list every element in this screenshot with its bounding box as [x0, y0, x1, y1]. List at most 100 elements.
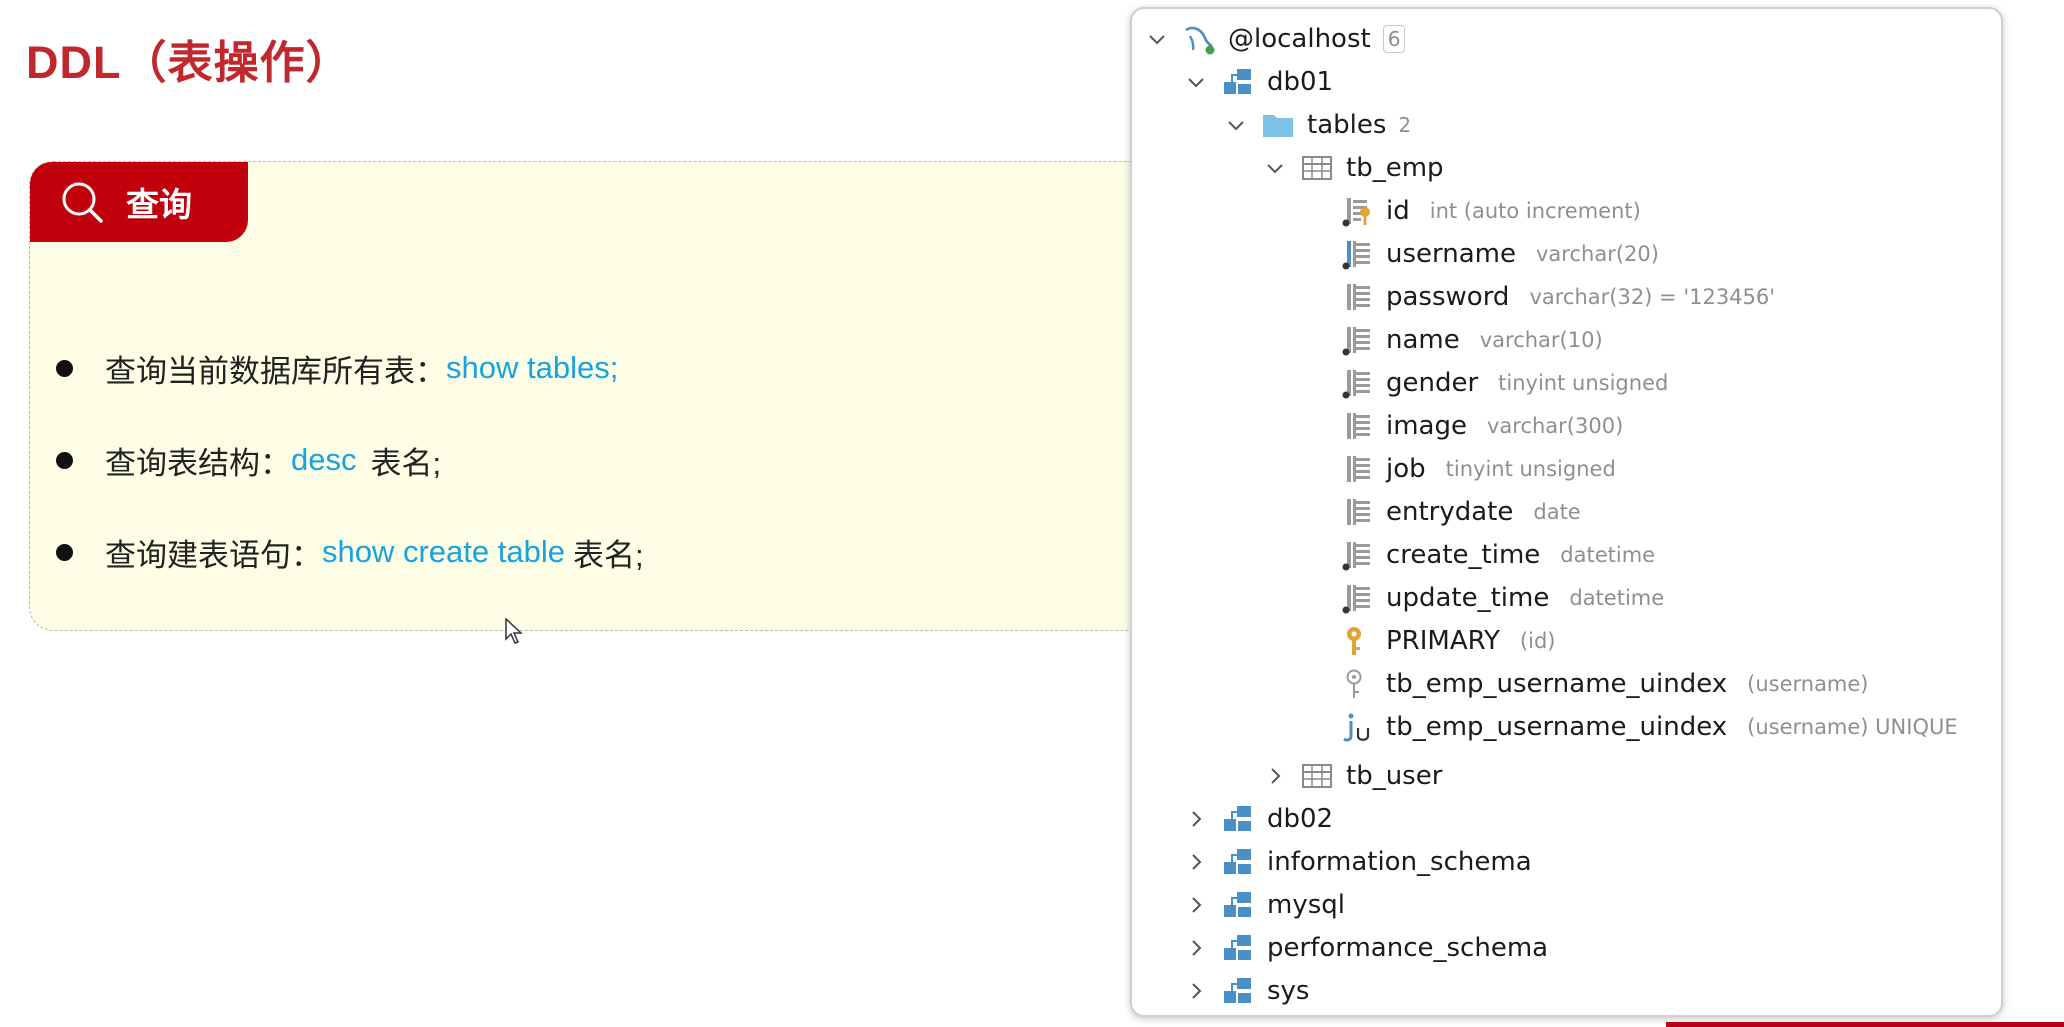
- column-row[interactable]: username varchar(20): [1340, 232, 1659, 275]
- column-row[interactable]: id int (auto increment): [1340, 189, 1641, 232]
- item-suffix: 表名;: [370, 445, 442, 481]
- column-icon: [1347, 498, 1370, 525]
- chevron-down-icon[interactable]: [1146, 28, 1168, 50]
- primary-key-column-icon: [1342, 197, 1370, 226]
- key-row[interactable]: PRIMARY (id): [1340, 619, 1555, 662]
- primary-key-icon: [1347, 626, 1361, 655]
- key-name: tb_emp_username_uindex: [1386, 711, 1728, 742]
- key-row[interactable]: tb_emp_username_uindex (username): [1340, 662, 1869, 705]
- tree-node-tb-emp[interactable]: tb_emp: [1264, 146, 1444, 189]
- bullet-dot-icon: [56, 359, 73, 377]
- chevron-right-icon[interactable]: [1185, 894, 1207, 916]
- query-list: 查询当前数据库所有表： show tables; 查询表结构： desc 表名;…: [56, 322, 644, 598]
- column-row[interactable]: update_time datetime: [1340, 576, 1664, 619]
- column-icon: [1342, 369, 1370, 398]
- folder-icon: [1263, 114, 1293, 137]
- database-icon: [1224, 805, 1251, 831]
- schema-label: db02: [1267, 803, 1334, 834]
- unique-index-icon: [1343, 713, 1370, 741]
- item-command: show create table: [322, 534, 565, 569]
- column-row[interactable]: password varchar(32) = '123456': [1340, 275, 1775, 318]
- database-icon: [1224, 68, 1251, 94]
- schema-label: performance_schema: [1267, 932, 1549, 963]
- column-type: varchar(10): [1479, 327, 1603, 352]
- mysql-datasource-icon: [1185, 26, 1215, 54]
- column-type: datetime: [1560, 542, 1656, 567]
- host-label: @localhost: [1228, 23, 1371, 54]
- column-name: username: [1386, 238, 1516, 269]
- db01-label: db01: [1267, 66, 1334, 97]
- chevron-right-icon[interactable]: [1185, 937, 1207, 959]
- chevron-down-icon[interactable]: [1185, 71, 1207, 93]
- column-row[interactable]: gender tinyint unsigned: [1340, 361, 1668, 404]
- item-text: 查询当前数据库所有表：: [105, 353, 446, 389]
- key-detail: (username) UNIQUE: [1747, 714, 1958, 739]
- schema-label: mysql: [1267, 889, 1345, 920]
- item-text: 查询建表语句：: [105, 537, 322, 573]
- column-type: varchar(20): [1536, 241, 1659, 266]
- chevron-right-icon[interactable]: [1185, 980, 1207, 1002]
- tree-node-information-schema[interactable]: information_schema: [1185, 840, 1532, 883]
- search-icon: [62, 182, 103, 223]
- tree-node-performance-schema[interactable]: performance_schema: [1185, 926, 1548, 969]
- tree-node-mysql[interactable]: mysql: [1185, 883, 1345, 926]
- mouse-cursor-icon: [505, 618, 523, 644]
- column-icon: [1342, 584, 1370, 613]
- column-row[interactable]: job tinyint unsigned: [1340, 447, 1616, 490]
- key-detail: (username): [1747, 671, 1869, 696]
- column-type: tinyint unsigned: [1445, 456, 1616, 481]
- bullet-dot-icon: [56, 451, 73, 469]
- chevron-right-icon[interactable]: [1264, 765, 1286, 787]
- column-icon: [1347, 283, 1370, 310]
- tables-count: 2: [1398, 112, 1412, 137]
- query-tab: 查询: [30, 162, 248, 242]
- column-icon: [1342, 326, 1370, 355]
- list-item: 查询表结构： desc 表名;: [56, 414, 644, 506]
- chevron-right-icon[interactable]: [1185, 851, 1207, 873]
- column-type: datetime: [1569, 585, 1665, 610]
- item-command: show tables;: [446, 350, 619, 385]
- tree-node-localhost[interactable]: @localhost 6: [1146, 17, 1406, 60]
- tree-node-sys[interactable]: sys: [1185, 969, 1309, 1012]
- column-type: date: [1533, 499, 1581, 524]
- column-name: gender: [1386, 367, 1479, 398]
- slide-footer-bar: [1666, 1022, 2064, 1027]
- table-icon: [1302, 763, 1332, 788]
- tb-user-label: tb_user: [1346, 760, 1443, 791]
- tree-node-db02[interactable]: db02: [1185, 797, 1333, 840]
- query-card: 查询 查询当前数据库所有表： show tables; 查询表结构： desc …: [29, 161, 1229, 631]
- item-text: 查询表结构：: [105, 445, 291, 481]
- column-icon: [1342, 541, 1370, 570]
- key-icon: [1346, 669, 1362, 698]
- column-row[interactable]: name varchar(10): [1340, 318, 1603, 361]
- database-icon: [1224, 891, 1251, 917]
- column-name: name: [1386, 324, 1460, 355]
- column-name: job: [1386, 453, 1426, 484]
- column-row[interactable]: image varchar(300): [1340, 404, 1623, 447]
- slide-title: DDL（表操作）: [26, 37, 352, 88]
- column-type: tinyint unsigned: [1498, 370, 1669, 395]
- database-icon: [1224, 934, 1251, 960]
- column-type: varchar(300): [1486, 413, 1624, 438]
- table-icon: [1302, 155, 1332, 180]
- list-item: 查询当前数据库所有表： show tables;: [56, 322, 644, 414]
- column-type: varchar(32) = '123456': [1529, 284, 1776, 309]
- tree-node-db01[interactable]: db01: [1185, 60, 1333, 103]
- column-row[interactable]: entrydate date: [1340, 490, 1581, 533]
- tables-label: tables: [1307, 109, 1387, 140]
- key-row[interactable]: tb_emp_username_uindex (username) UNIQUE: [1340, 705, 1958, 748]
- column-icon: [1347, 412, 1370, 439]
- column-name: create_time: [1386, 539, 1541, 570]
- tree-node-tb-user[interactable]: tb_user: [1264, 754, 1442, 797]
- column-icon: [1347, 455, 1370, 482]
- key-detail: (id): [1519, 628, 1556, 653]
- chevron-down-icon[interactable]: [1264, 157, 1286, 179]
- column-name: entrydate: [1386, 496, 1514, 527]
- chevron-down-icon[interactable]: [1225, 114, 1247, 136]
- column-row[interactable]: create_time datetime: [1340, 533, 1655, 576]
- database-icon: [1224, 848, 1251, 874]
- tree-node-tables[interactable]: tables 2: [1225, 103, 1411, 146]
- database-icon: [1224, 977, 1251, 1003]
- column-name: image: [1386, 410, 1467, 441]
- chevron-right-icon[interactable]: [1185, 808, 1207, 830]
